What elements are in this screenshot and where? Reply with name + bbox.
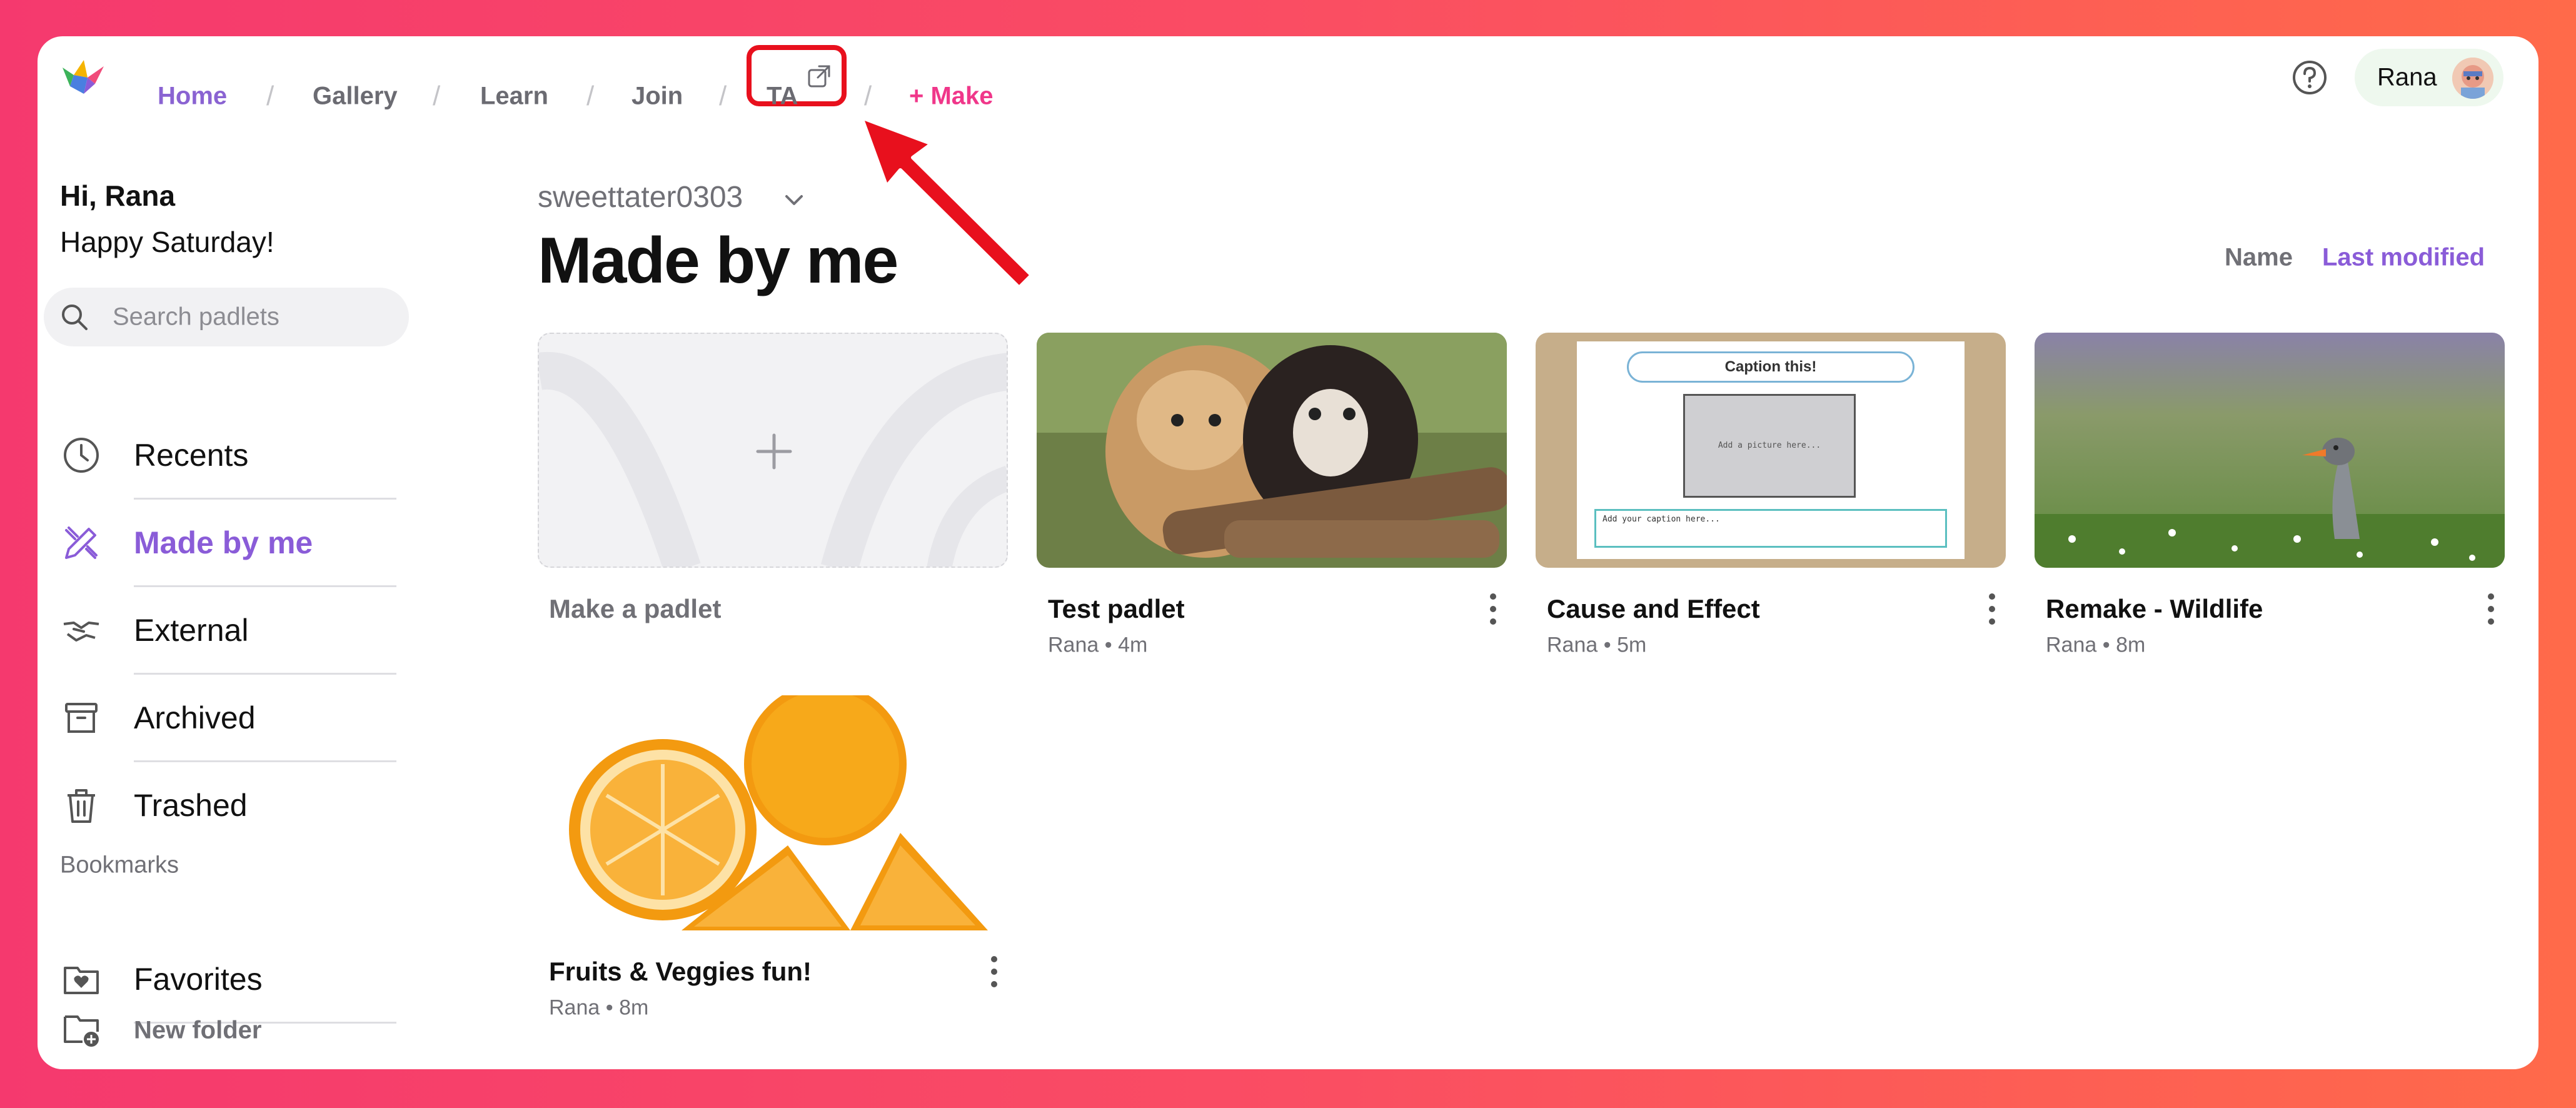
nav-learn-link[interactable]: Learn xyxy=(480,83,548,111)
sidebar-item-label: Made by me xyxy=(134,525,313,560)
search-placeholder: Search padlets xyxy=(113,303,279,331)
app-window: Home / Gallery / Learn / Join / TA / + M… xyxy=(38,36,2538,1069)
nav-separator: / xyxy=(266,81,274,111)
padlet-card[interactable]: Caption this! Add a picture here... Add … xyxy=(1536,333,2006,670)
padlet-title: Cause and Effect xyxy=(1547,594,1760,623)
clock-icon xyxy=(64,438,99,473)
nav-ta-link[interactable]: TA xyxy=(767,83,798,111)
more-options-icon[interactable] xyxy=(1487,592,1499,627)
archive-box-icon xyxy=(65,703,98,733)
padlet-meta: Rana • 5m xyxy=(1547,633,1647,657)
sidebar-item-label: Trashed xyxy=(134,788,248,823)
worksheet-sheet: Caption this! Add a picture here... Add … xyxy=(1577,341,1965,559)
sort-by-name-button[interactable]: Name xyxy=(2225,244,2293,272)
sidebar-item-archived[interactable]: Archived xyxy=(38,674,413,762)
worksheet-caption-box: Add your caption here... xyxy=(1594,509,1947,548)
oranges-photo xyxy=(538,695,1008,930)
padlet-time: 4m xyxy=(1118,633,1148,657)
make-padlet-label: Make a padlet xyxy=(549,594,722,623)
padlet-time: 5m xyxy=(1617,633,1647,657)
more-options-icon[interactable] xyxy=(1986,592,1998,627)
goose-photo xyxy=(2035,333,2505,568)
worksheet-picture-box: Add a picture here... xyxy=(1683,394,1856,498)
padlet-meta: Rana • 8m xyxy=(549,995,649,1020)
greeting-subtitle: Happy Saturday! xyxy=(60,226,274,258)
caption-worksheet: Caption this! Add a picture here... Add … xyxy=(1536,333,2006,568)
sidebar-item-made-by-me[interactable]: Made by me xyxy=(38,499,413,587)
nav-home-link[interactable]: Home xyxy=(158,83,227,111)
avatar xyxy=(2452,58,2493,99)
padlet-title: Remake - Wildlife xyxy=(2046,594,2263,623)
padlet-title: Fruits & Veggies fun! xyxy=(549,957,812,986)
handshake-icon xyxy=(63,622,99,642)
padlet-author: Rana xyxy=(1547,633,1598,657)
padlet-time: 8m xyxy=(619,995,649,1020)
padlet-card[interactable]: Fruits & Veggies fun! Rana • 8m xyxy=(538,695,1008,1033)
padlet-author: Rana xyxy=(2046,633,2097,657)
puppies-photo xyxy=(1037,333,1507,568)
sidebar-item-trashed[interactable]: Trashed xyxy=(38,762,413,849)
nav-separator: / xyxy=(433,81,441,111)
bookmarks-heading: Bookmarks xyxy=(60,852,179,879)
sidebar-item-label: Archived xyxy=(134,700,256,735)
chevron-down-icon[interactable] xyxy=(782,188,807,213)
padlet-logo-icon[interactable] xyxy=(60,56,108,96)
nav-separator: / xyxy=(864,81,872,111)
nav-separator: / xyxy=(586,81,595,111)
sidebar-item-label: Favorites xyxy=(134,962,263,997)
new-folder-label[interactable]: New folder xyxy=(134,1017,261,1045)
make-padlet-card[interactable]: Make a padlet xyxy=(538,333,1008,639)
nav-make-button[interactable]: + Make xyxy=(909,83,994,111)
nav-separator: / xyxy=(719,81,727,111)
more-options-icon[interactable] xyxy=(2485,592,2497,627)
padlet-title: Test padlet xyxy=(1048,594,1185,623)
sidebar-item-recents[interactable]: Recents xyxy=(38,411,413,499)
padlet-meta: Rana • 8m xyxy=(2046,633,2146,657)
sort-by-last-modified-button[interactable]: Last modified xyxy=(2322,244,2485,272)
trash-icon xyxy=(68,789,95,823)
more-options-icon[interactable] xyxy=(988,954,1000,989)
pencil-ruler-icon xyxy=(65,526,98,559)
padlet-author: Rana xyxy=(549,995,600,1020)
heart-folder-icon xyxy=(64,967,99,994)
padlet-time: 8m xyxy=(2116,633,2146,657)
top-nav: Home / Gallery / Learn / Join / TA / + M… xyxy=(38,36,2538,115)
folder-plus-icon xyxy=(64,1015,99,1047)
padlet-meta: Rana • 4m xyxy=(1048,633,1148,657)
plus-icon xyxy=(756,433,792,470)
padlet-card[interactable]: Test padlet Rana • 4m xyxy=(1037,333,1507,670)
sidebar-item-label: External xyxy=(134,613,249,648)
user-menu-button[interactable]: Rana xyxy=(2355,49,2503,106)
external-link-icon xyxy=(808,65,830,88)
search-icon xyxy=(62,305,88,330)
padlet-author: Rana xyxy=(1048,633,1099,657)
padlet-card[interactable]: Remake - Wildlife Rana • 8m xyxy=(2035,333,2505,670)
worksheet-header: Caption this! xyxy=(1627,351,1914,383)
search-input[interactable]: Search padlets xyxy=(44,288,409,346)
sidebar-item-label: Recents xyxy=(134,438,249,473)
account-switcher[interactable]: sweettater0303 xyxy=(538,180,743,218)
greeting-title: Hi, Rana xyxy=(60,179,176,212)
make-padlet-thumbnail xyxy=(538,333,1008,568)
nav-join-link[interactable]: Join xyxy=(631,83,683,111)
help-icon[interactable] xyxy=(2291,59,2328,96)
page-title: Made by me xyxy=(538,224,898,297)
sidebar-item-external[interactable]: External xyxy=(38,587,413,674)
user-name: Rana xyxy=(2377,63,2437,91)
nav-gallery-link[interactable]: Gallery xyxy=(313,83,398,111)
